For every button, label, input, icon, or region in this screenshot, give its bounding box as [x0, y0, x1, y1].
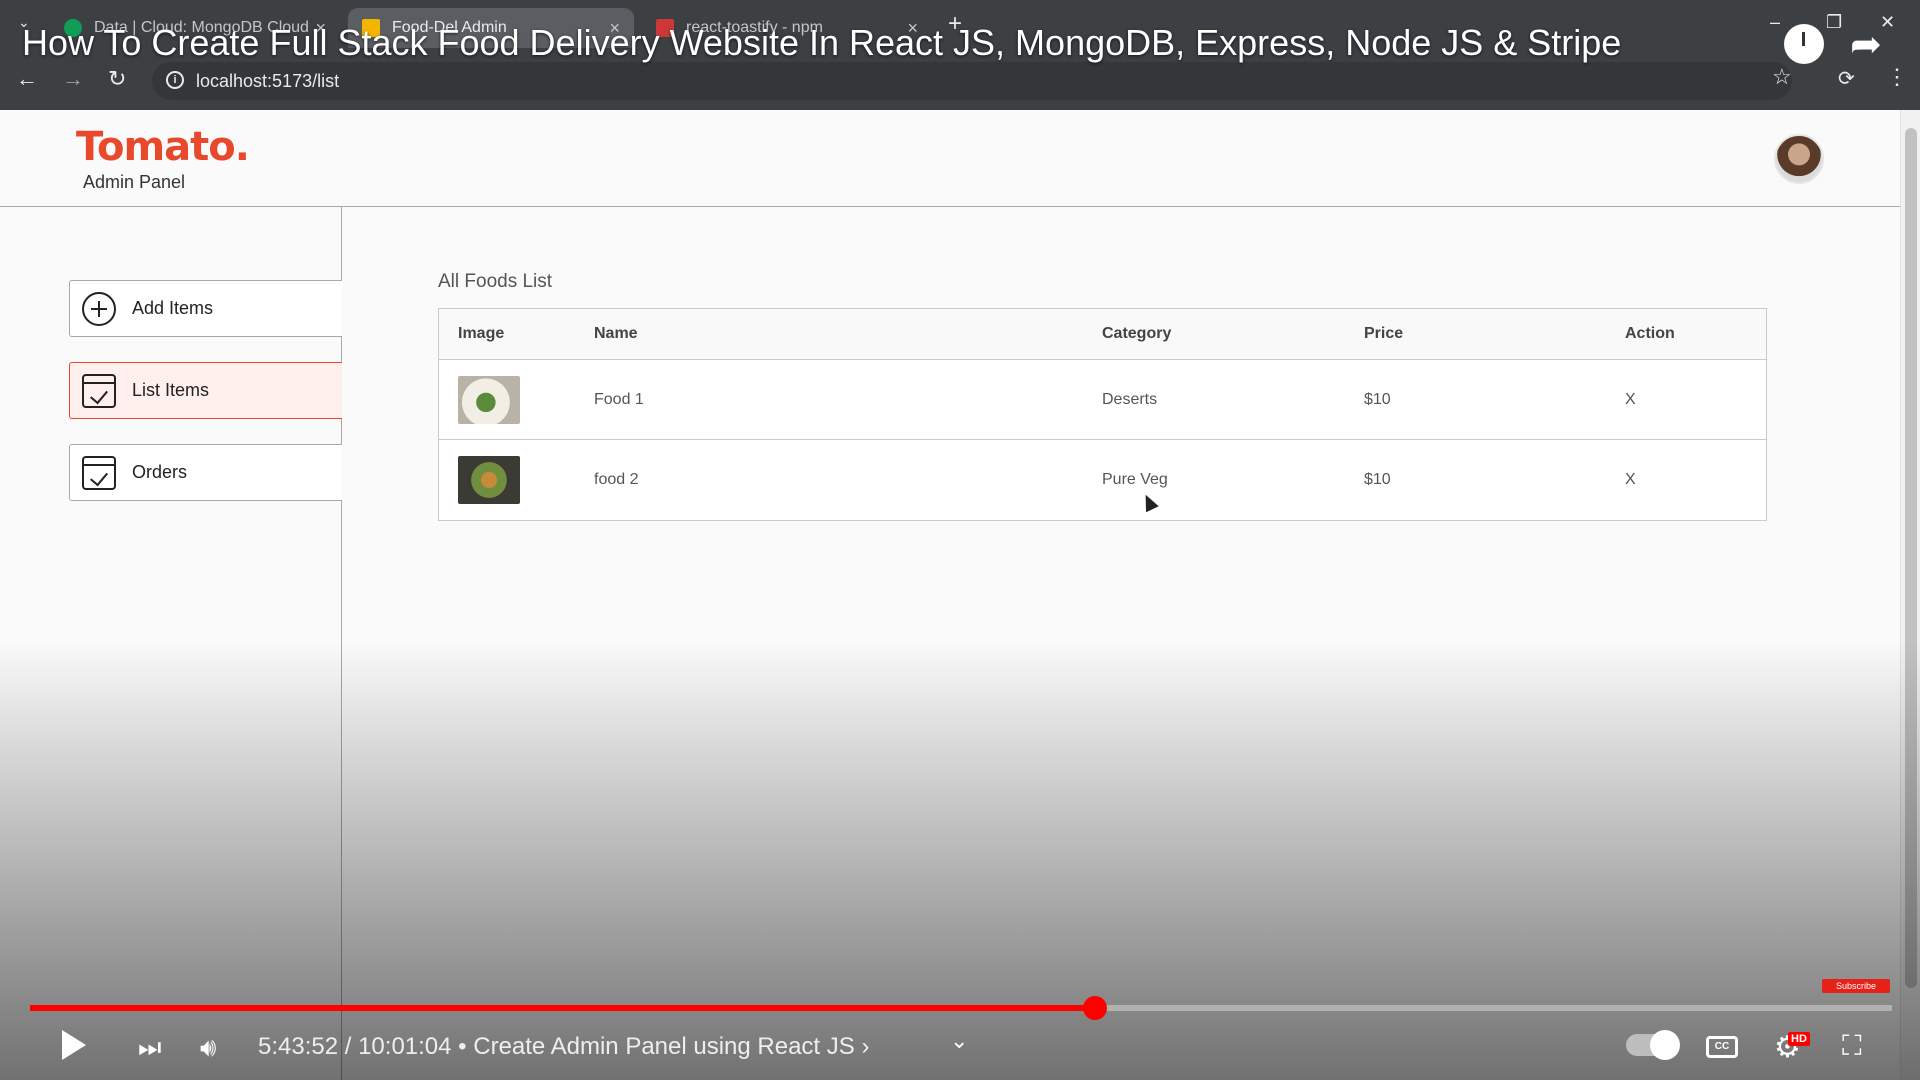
video-progress-bar[interactable]: [30, 996, 1892, 1020]
profile-avatar[interactable]: [1774, 134, 1824, 184]
video-title[interactable]: How To Create Full Stack Food Delivery W…: [22, 22, 1621, 64]
column-header-name: Name: [594, 325, 638, 342]
column-header-action: Action: [1625, 325, 1675, 342]
page-viewport: Tomato. Admin Panel Add Items List Items…: [0, 110, 1900, 1080]
admin-panel-label: Admin Panel: [83, 172, 186, 192]
column-header-image: Image: [458, 325, 505, 342]
reload-icon[interactable]: ↻: [108, 66, 126, 92]
food-thumbnail: [458, 375, 520, 424]
watch-later-icon[interactable]: [1784, 24, 1824, 64]
food-thumbnail: [458, 456, 520, 504]
page-scrollbar[interactable]: [1900, 110, 1920, 1080]
close-window-icon[interactable]: ✕: [1880, 12, 1895, 33]
address-bar[interactable]: i localhost:5173/list: [152, 62, 1792, 100]
table-row: food 2 Pure Veg $10 X: [439, 440, 1766, 520]
chevron-down-icon[interactable]: ⌄: [950, 1028, 968, 1054]
add-circle-icon: [82, 291, 116, 326]
column-header-price: Price: [1364, 325, 1404, 342]
food-name: Food 1: [594, 390, 644, 408]
url-text: localhost:5173/list: [196, 70, 340, 91]
remove-item-button[interactable]: X: [1625, 471, 1636, 489]
exit-fullscreen-icon[interactable]: ⛶: [1842, 1030, 1862, 1063]
back-arrow-icon[interactable]: ←: [16, 66, 38, 92]
restore-icon[interactable]: ❐: [1826, 12, 1842, 33]
food-name: food 2: [594, 471, 639, 488]
progress-scrubber[interactable]: [1083, 996, 1108, 1020]
hd-badge: HD: [1788, 1032, 1810, 1046]
food-price: $10: [1364, 471, 1391, 488]
food-list-table: Image Name Category Price Action Food 1 …: [438, 308, 1767, 521]
food-category: Deserts: [1102, 390, 1158, 408]
play-icon[interactable]: [62, 1030, 86, 1060]
browser-menu-icon[interactable]: ⋮: [1886, 64, 1908, 90]
time-and-chapter[interactable]: 5:43:52 / 10:01:04 • Create Admin Panel …: [258, 1033, 869, 1061]
remove-item-button[interactable]: X: [1625, 391, 1636, 409]
forward-arrow-icon[interactable]: →: [62, 66, 84, 92]
bookmark-star-icon[interactable]: ☆: [1772, 64, 1792, 90]
table-row: Food 1 Deserts $10 X: [439, 360, 1766, 440]
scrollbar-thumb[interactable]: [1905, 128, 1917, 988]
sidebar-item-list-items[interactable]: List Items: [69, 362, 342, 419]
sidebar-item-orders[interactable]: Orders: [69, 444, 342, 501]
sidebar-item-label: List Items: [132, 380, 210, 400]
admin-sidebar: Add Items List Items Orders: [0, 207, 342, 1080]
captions-icon[interactable]: CC: [1706, 1036, 1738, 1058]
volume-icon[interactable]: 🔊︎: [200, 1032, 216, 1064]
site-info-icon[interactable]: i: [166, 71, 184, 89]
sidebar-item-label: Orders: [132, 462, 188, 482]
checklist-icon: [82, 373, 116, 408]
column-header-category: Category: [1102, 325, 1172, 342]
autoplay-toggle[interactable]: [1626, 1030, 1680, 1060]
table-header-row: Image Name Category Price Action: [439, 309, 1766, 360]
brand-logo[interactable]: Tomato.: [76, 124, 250, 170]
sidebar-item-label: Add Items: [132, 298, 214, 318]
next-video-icon[interactable]: ⏭: [138, 1032, 161, 1064]
share-icon[interactable]: ➦: [1850, 22, 1882, 67]
checklist-icon: [82, 455, 116, 490]
extension-icon[interactable]: ⟳: [1838, 66, 1855, 91]
progress-played: [30, 1005, 1096, 1011]
page-title: All Foods List: [438, 271, 553, 292]
admin-navbar: Tomato. Admin Panel: [0, 110, 1900, 207]
food-category: Pure Veg: [1102, 471, 1168, 488]
minimize-icon[interactable]: –: [1770, 12, 1780, 33]
player-controls: ⏭ 🔊︎ 5:43:52 / 10:01:04 • Create Admin P…: [0, 1020, 1920, 1080]
sidebar-item-add-items[interactable]: Add Items: [69, 280, 342, 337]
subscribe-watermark[interactable]: Subscribe: [1822, 979, 1890, 993]
food-price: $10: [1364, 390, 1391, 408]
